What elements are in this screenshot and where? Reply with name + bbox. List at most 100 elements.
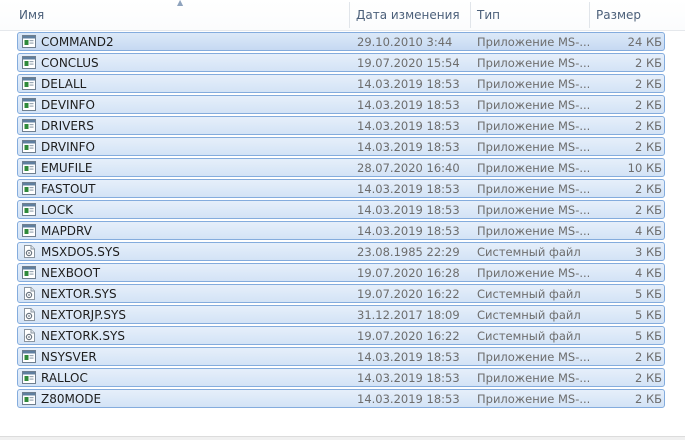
ms-dos-app-icon [22,224,36,237]
column-header-name[interactable]: Имя [19,0,44,30]
file-size: 2 КБ [634,119,662,133]
file-type: Приложение MS-... [477,56,589,70]
file-type: Приложение MS-... [477,371,589,385]
file-size: 2 КБ [634,182,662,196]
file-name: LOCK [41,203,73,217]
file-name: NEXTOR.SYS [41,287,117,301]
file-size: 2 КБ [634,392,662,406]
ms-dos-app-icon [22,350,36,363]
file-name: CONCLUS [41,56,99,70]
file-size: 2 КБ [634,371,662,385]
file-explorer-window: ▲ Имя Дата изменения Тип Размер COMMAND2… [0,0,685,440]
file-date-modified: 19.07.2020 15:54 [357,56,460,70]
file-row[interactable]: NSYSVER 14.03.2019 18:53 Приложение MS-...… [17,347,665,366]
column-header-bar: ▲ Имя Дата изменения Тип Размер [0,0,685,31]
column-divider[interactable] [589,2,590,28]
file-size: 5 КБ [634,287,662,301]
ms-dos-app-icon [22,182,36,195]
file-date-modified: 19.07.2020 16:28 [357,266,460,280]
file-row[interactable]: NEXTORK.SYS 19.07.2020 16:22 Системный фай… [17,326,665,345]
file-name: NSYSVER [41,350,97,364]
file-type: Приложение MS-... [477,182,589,196]
file-date-modified: 19.07.2020 16:22 [357,287,460,301]
column-header-date[interactable]: Дата изменения [356,0,460,30]
file-name: MSXDOS.SYS [41,245,120,259]
file-size: 24 КБ [627,35,662,49]
file-row[interactable]: COMMAND2 29.10.2010 3:44 Приложение MS-...… [17,32,665,51]
file-type: Приложение MS-... [477,224,589,238]
ms-dos-app-icon [22,266,36,279]
file-size: 2 КБ [634,98,662,112]
file-row[interactable]: MAPDRV 14.03.2019 18:53 Приложение MS-... 4… [17,221,665,240]
file-type: Системный файл [477,287,581,301]
ms-dos-app-icon [22,56,36,69]
file-name: DELALL [41,77,87,91]
file-type: Приложение MS-... [477,140,589,154]
file-name: RALLOC [41,371,88,385]
file-row[interactable]: NEXTORJP.SYS 31.12.2017 18:09 Системный фа… [17,305,665,324]
ms-dos-app-icon [22,77,36,90]
file-date-modified: 31.12.2017 18:09 [357,308,460,322]
column-header-type[interactable]: Тип [477,0,500,30]
file-row[interactable]: NEXBOOT 19.07.2020 16:28 Приложение MS-...… [17,263,665,282]
file-name: DRIVERS [41,119,94,133]
column-header-size[interactable]: Размер [596,0,641,30]
file-row[interactable]: FASTOUT 14.03.2019 18:53 Приложение MS-...… [17,179,665,198]
file-date-modified: 14.03.2019 18:53 [357,224,460,238]
file-name: MAPDRV [41,224,92,238]
file-row[interactable]: DEVINFO 14.03.2019 18:53 Приложение MS-...… [17,95,665,114]
file-type: Приложение MS-... [477,35,589,49]
file-date-modified: 14.03.2019 18:53 [357,77,460,91]
file-date-modified: 23.08.1985 22:29 [357,245,460,259]
file-name: NEXTORK.SYS [41,329,125,343]
file-row[interactable]: EMUFILE 28.07.2020 16:40 Приложение MS-...… [17,158,665,177]
file-name: DEVINFO [41,98,95,112]
file-type: Приложение MS-... [477,350,589,364]
file-row[interactable]: DRVINFO 14.03.2019 18:53 Приложение MS-...… [17,137,665,156]
file-type: Приложение MS-... [477,203,589,217]
ms-dos-app-icon [22,35,36,48]
file-date-modified: 14.03.2019 18:53 [357,182,460,196]
ms-dos-app-icon [22,119,36,132]
file-size: 2 КБ [634,203,662,217]
file-row[interactable]: NEXTOR.SYS 19.07.2020 16:22 Системный файл… [17,284,665,303]
file-type: Приложение MS-... [477,119,589,133]
file-type: Приложение MS-... [477,266,589,280]
file-size: 5 КБ [634,329,662,343]
file-size: 2 КБ [634,77,662,91]
file-size: 4 КБ [634,266,662,280]
file-type: Системный файл [477,308,581,322]
column-divider[interactable] [470,2,471,28]
file-name: NEXTORJP.SYS [41,308,126,322]
file-row[interactable]: LOCK 14.03.2019 18:53 Приложение MS-... 2 К… [17,200,665,219]
file-row[interactable]: DRIVERS 14.03.2019 18:53 Приложение MS-...… [17,116,665,135]
file-date-modified: 14.03.2019 18:53 [357,203,460,217]
system-file-icon [22,287,36,300]
sort-ascending-icon: ▲ [177,0,184,7]
file-name: EMUFILE [41,161,93,175]
file-name: COMMAND2 [41,35,114,49]
file-type: Приложение MS-... [477,392,589,406]
file-type: Приложение MS-... [477,161,589,175]
file-date-modified: 14.03.2019 18:53 [357,98,460,112]
ms-dos-app-icon [22,371,36,384]
file-size: 2 КБ [634,350,662,364]
ms-dos-app-icon [22,392,36,405]
status-edge [0,436,685,440]
ms-dos-app-icon [22,203,36,216]
file-size: 2 КБ [634,140,662,154]
file-size: 3 КБ [634,245,662,259]
system-file-icon [22,245,36,258]
system-file-icon [22,308,36,321]
file-row[interactable]: MSXDOS.SYS 23.08.1985 22:29 Системный файл… [17,242,665,261]
file-row[interactable]: Z80MODE 14.03.2019 18:53 Приложение MS-...… [17,389,665,408]
file-date-modified: 14.03.2019 18:53 [357,119,460,133]
column-divider[interactable] [349,2,350,28]
file-date-modified: 14.03.2019 18:53 [357,392,460,406]
file-row[interactable]: DELALL 14.03.2019 18:53 Приложение MS-... 2… [17,74,665,93]
file-row[interactable]: CONCLUS 19.07.2020 15:54 Приложение MS-...… [17,53,665,72]
file-row[interactable]: RALLOC 14.03.2019 18:53 Приложение MS-... 2… [17,368,665,387]
file-name: DRVINFO [41,140,95,154]
file-type: Приложение MS-... [477,77,589,91]
file-size: 2 КБ [634,56,662,70]
